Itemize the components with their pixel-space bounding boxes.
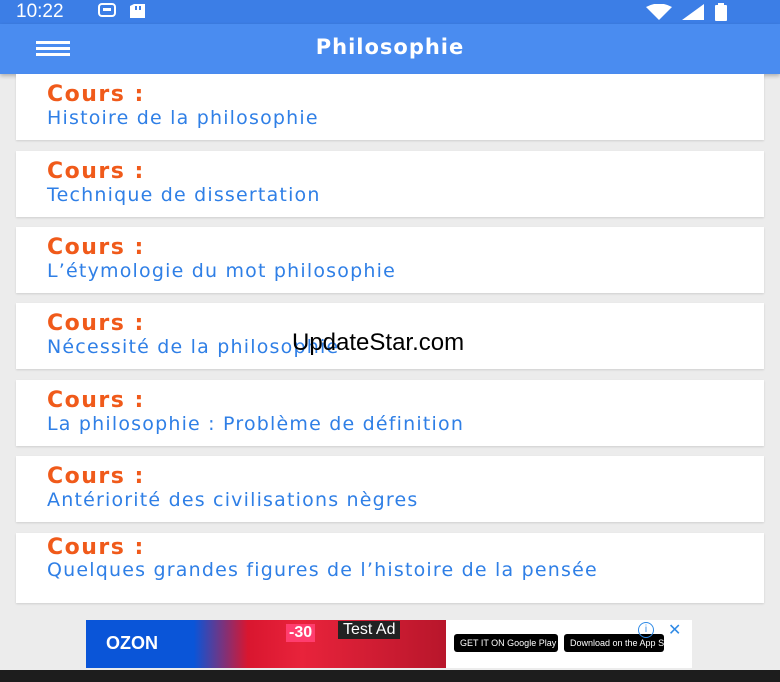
sale-badge: -30 [286,624,316,642]
course-title: L’étymologie du mot philosophie [47,260,396,282]
course-heading: Cours : [47,235,145,260]
status-time: 10:22 [16,1,64,22]
sd-card-icon [130,4,145,18]
course-title: Histoire de la philosophie [47,107,319,129]
course-heading: Cours : [47,535,145,560]
app-bar: Philosophie [0,24,780,74]
close-icon[interactable]: ✕ [668,620,681,640]
ad-brand: OZON [106,633,158,653]
course-title: Quelques grandes figures de l’histoire d… [47,559,598,581]
course-heading: Cours : [47,311,145,336]
course-heading: Cours : [47,159,145,184]
course-title: La philosophie : Problème de définition [47,413,465,435]
course-card-1[interactable]: Cours : Histoire de la philosophie [16,74,764,140]
course-card-2[interactable]: Cours : Technique de dissertation [16,151,764,217]
course-card-6[interactable]: Cours : Antériorité des civilisations nè… [16,456,764,522]
course-card-3[interactable]: Cours : L’étymologie du mot philosophie [16,227,764,293]
chat-bubble-icon [98,3,116,17]
course-card-7[interactable]: Cours : Quelques grandes figures de l’hi… [16,533,764,603]
info-icon[interactable]: i [638,622,654,638]
page-title: Philosophie [315,35,465,59]
course-card-5[interactable]: Cours : La philosophie : Problème de déf… [16,380,764,446]
wifi-icon [646,4,672,20]
battery-icon [715,3,727,21]
google-play-badge[interactable]: GET IT ON Google Play [454,634,558,652]
test-ad-label: Test Ad [338,621,401,639]
watermark: UpdateStar.com [292,329,465,356]
course-heading: Cours : [47,388,145,413]
course-heading: Cours : [47,82,145,107]
signal-icon [682,4,704,20]
course-heading: Cours : [47,464,145,489]
navigation-bar [0,670,780,682]
status-bar: 10:22 [0,0,780,24]
course-title: Technique de dissertation [47,184,321,206]
ad-banner[interactable]: OZON -30 Test Ad GET IT ON Google Play D… [86,620,692,668]
course-title: Antériorité des civilisations nègres [47,489,419,511]
